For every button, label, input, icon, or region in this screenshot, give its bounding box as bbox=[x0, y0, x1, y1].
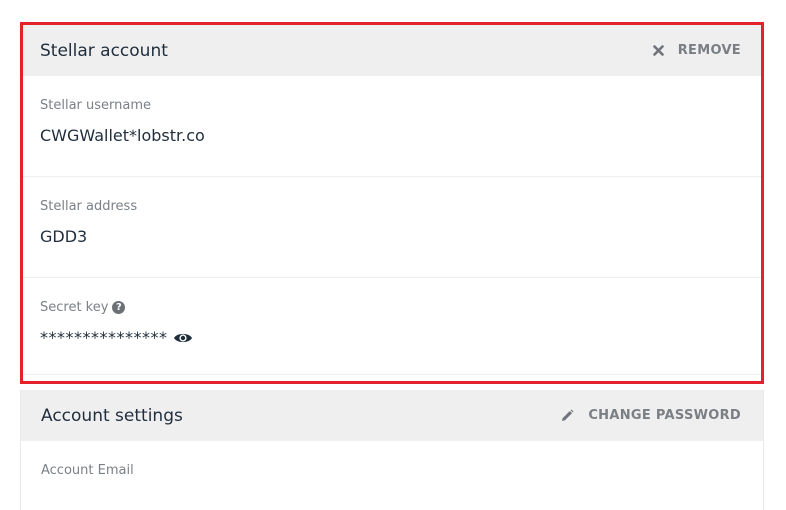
remove-button[interactable]: REMOVE bbox=[652, 43, 741, 58]
stellar-account-header: Stellar account REMOVE bbox=[23, 25, 761, 76]
secret-key-label: Secret key bbox=[40, 300, 109, 315]
secret-key-value-row: *************** bbox=[40, 328, 744, 347]
secret-key-label-row: Secret key ? bbox=[40, 300, 744, 315]
account-settings-panel: Account settings CHANGE PASSWORD Account… bbox=[20, 390, 764, 510]
remove-label: REMOVE bbox=[677, 43, 741, 58]
panel-title: Stellar account bbox=[40, 40, 168, 61]
stellar-address-label: Stellar address bbox=[40, 199, 138, 214]
question-circle-icon[interactable]: ? bbox=[112, 301, 126, 314]
stellar-address-field: Stellar address GDD3 bbox=[23, 177, 761, 278]
secret-key-field: Secret key ? *************** bbox=[23, 278, 761, 375]
change-password-button[interactable]: CHANGE PASSWORD bbox=[560, 408, 741, 423]
account-settings-header: Account settings CHANGE PASSWORD bbox=[21, 390, 763, 441]
stellar-address-value: GDD3 bbox=[40, 227, 88, 246]
stellar-username-label: Stellar username bbox=[40, 98, 152, 113]
secret-key-value: *************** bbox=[40, 328, 168, 347]
stellar-account-panel: Stellar account REMOVE Stellar username … bbox=[20, 22, 764, 384]
panel-title: Account settings bbox=[41, 405, 183, 426]
account-email-label: Account Email bbox=[41, 463, 134, 478]
eye-icon[interactable] bbox=[173, 331, 193, 345]
stellar-username-field: Stellar username CWGWallet*lobstr.co bbox=[23, 76, 761, 177]
change-password-label: CHANGE PASSWORD bbox=[588, 408, 741, 423]
stellar-username-value: CWGWallet*lobstr.co bbox=[40, 126, 205, 145]
close-icon bbox=[652, 45, 664, 56]
pencil-icon bbox=[560, 408, 574, 423]
